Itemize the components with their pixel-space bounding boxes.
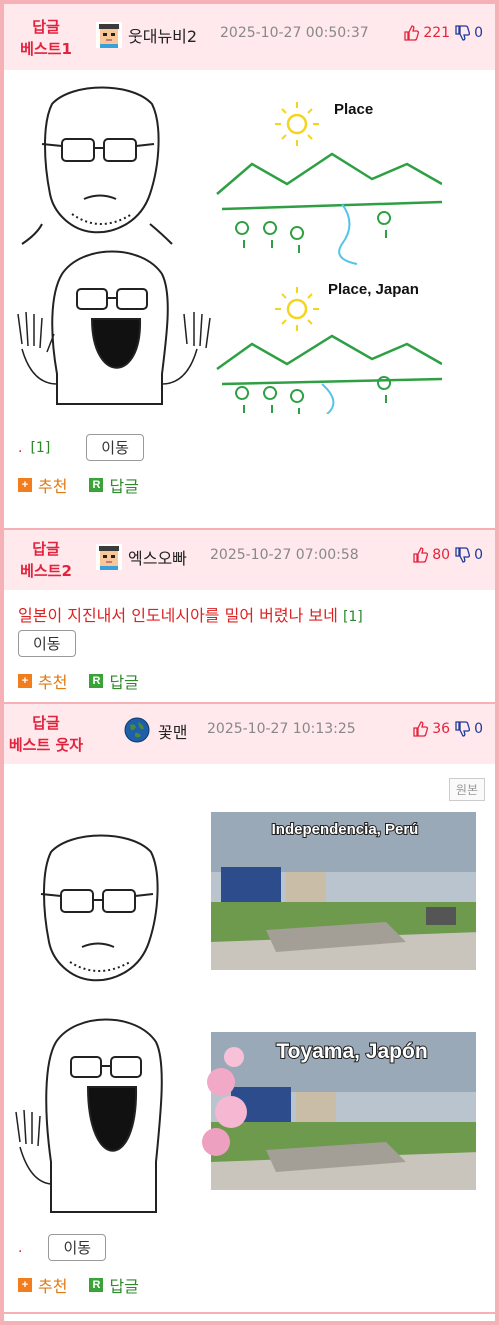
comment-text: 일본이 지진내서 인도네시아를 밀어 버렸나 보네	[18, 606, 338, 625]
nickname[interactable]: 꽃맨	[158, 719, 187, 743]
bullet-dot: .	[18, 439, 23, 456]
comment-body: 일본이 지진내서 인도네시아를 밀어 버렸나 보네 [1] 이동 + 추천 R …	[4, 590, 495, 703]
recommend-button[interactable]: + 추천	[18, 1273, 67, 1297]
wojak-top-drawing	[21, 86, 173, 245]
landscape-label-bottom: Place, Japan	[328, 281, 419, 298]
badge-line2: 베스트2	[20, 562, 72, 580]
comment-header: 답글 베스트2 엑스오빠 2025-10-27 07:00:58 80 0	[4, 530, 495, 590]
comment-date: 2025-10-27 10:13:25	[207, 721, 356, 737]
best-badge: 답글 베스트2	[4, 538, 88, 582]
reply-label: 답글	[109, 673, 139, 692]
original-button[interactable]: 원본	[448, 778, 485, 801]
reply-r-icon: R	[89, 674, 104, 688]
photo-caption-top: Independencia, Perú	[272, 821, 419, 838]
recommend-label: 추천	[38, 673, 68, 692]
thumbs-down-icon[interactable]	[454, 547, 471, 563]
reply-button[interactable]: R 답글	[89, 669, 139, 693]
recommend-label: 추천	[38, 477, 68, 496]
move-button[interactable]: 이동	[48, 1234, 107, 1261]
move-button[interactable]: 이동	[18, 630, 76, 657]
nickname[interactable]: 웃대뉴비2	[128, 23, 197, 47]
badge-line1: 답글	[32, 18, 60, 36]
vote-box: 80 0	[412, 547, 483, 563]
avatar-pixel-icon	[96, 544, 122, 570]
bullet-dot: .	[18, 1239, 23, 1256]
nickname[interactable]: 엑스오빠	[128, 545, 187, 569]
thumbs-down-icon[interactable]	[454, 25, 471, 41]
comment-date: 2025-10-27 00:50:37	[220, 25, 369, 41]
upvote-count: 80	[432, 547, 451, 563]
comment-actions: + 추천 R 답글	[18, 669, 481, 693]
downvote-count: 0	[474, 25, 483, 41]
recommend-label: 추천	[38, 1277, 68, 1296]
badge-line1: 답글	[32, 714, 60, 732]
comment-best2: 답글 베스트2 엑스오빠 2025-10-27 07:00:58 80 0 일본…	[4, 530, 495, 704]
vote-box: 221 0	[403, 25, 483, 41]
comment-header: 답글 베스트 웃자 꽃맨 2025-10-27 10:13:25 36 0	[4, 704, 495, 764]
downvote-count: 0	[474, 547, 483, 563]
photo-independencia-peru: Independencia, Perú	[211, 812, 476, 970]
comment-actions: + 추천 R 답글	[18, 473, 481, 497]
badge-line1: 답글	[32, 540, 60, 558]
plus-icon: +	[18, 1278, 32, 1292]
comment-header: 답글 베스트1 웃대뉴비2 2025-10-27 00:50:37 221 0	[4, 4, 495, 70]
comment-date: 2025-10-27 07:00:58	[210, 547, 359, 563]
landscape-label-top: Place	[334, 101, 373, 118]
reply-r-icon: R	[89, 1278, 104, 1292]
badge-line2: 베스트 웃자	[8, 736, 84, 754]
recommend-button[interactable]: + 추천	[18, 473, 67, 497]
wojak-top-drawing	[40, 834, 159, 982]
recommend-button[interactable]: + 추천	[18, 669, 67, 693]
thumbs-up-icon[interactable]	[403, 25, 420, 41]
thumbs-down-icon[interactable]	[454, 721, 471, 737]
photo-toyama-japan: Toyama, Japón	[202, 1032, 476, 1190]
landscape-drawing-top: Place	[216, 101, 442, 265]
upvote-count: 221	[423, 25, 451, 41]
meme-image-place[interactable]: Place Place, Japan	[12, 84, 442, 414]
avatar-pixel-icon	[96, 22, 122, 48]
reply-label: 답글	[109, 1277, 139, 1296]
comment-actions: + 추천 R 답글	[18, 1273, 481, 1297]
comment-best1: 답글 베스트1 웃대뉴비2 2025-10-27 00:50:37 221 0	[4, 4, 495, 530]
move-button[interactable]: 이동	[86, 434, 144, 461]
reply-label: 답글	[109, 477, 139, 496]
thumbs-up-icon[interactable]	[412, 721, 429, 737]
best-badge: 답글 베스트 웃자	[4, 712, 88, 756]
plus-icon: +	[18, 674, 32, 688]
globe-avatar-icon	[124, 717, 150, 743]
reply-button[interactable]: R 답글	[89, 1273, 139, 1297]
photo-caption-bottom: Toyama, Japón	[276, 1040, 427, 1063]
wojak-bottom-drawing	[17, 250, 211, 405]
best-badge: 답글 베스트1	[4, 16, 88, 60]
landscape-drawing-bottom: Place, Japan	[216, 281, 442, 414]
reply-button[interactable]: R 답글	[89, 473, 139, 497]
badge-line2: 베스트1	[20, 40, 72, 58]
upvote-count: 36	[432, 721, 451, 737]
reply-r-icon: R	[89, 478, 104, 492]
wojak-bottom-drawing	[15, 1018, 163, 1213]
thumbs-up-icon[interactable]	[412, 547, 429, 563]
meme-image-peru-japan[interactable]: Independencia, Perú Toyama, Japón	[6, 812, 476, 1242]
comment-body: 원본 Independencia, Perú Toyama, Japón . 이…	[4, 764, 495, 1312]
reply-count[interactable]: [1]	[30, 440, 50, 456]
plus-icon: +	[18, 478, 32, 492]
downvote-count: 0	[474, 721, 483, 737]
comment-body: Place Place, Japan . [1] 이동 + 추천 R 답글	[4, 70, 495, 528]
comment-best-laugh: 답글 베스트 웃자 꽃맨 2025-10-27 10:13:25 36 0 원본	[4, 704, 495, 1314]
reply-count[interactable]: [1]	[343, 609, 363, 625]
vote-box: 36 0	[412, 721, 483, 737]
